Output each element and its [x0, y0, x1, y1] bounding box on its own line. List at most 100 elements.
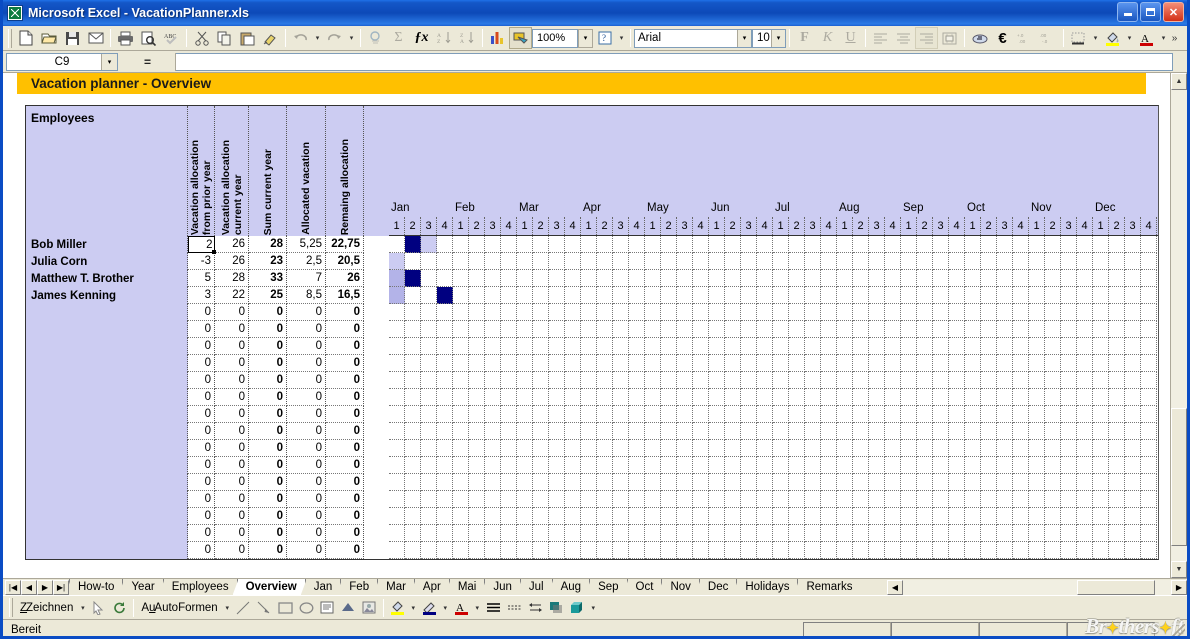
- calendar-cell[interactable]: [869, 337, 885, 355]
- calendar-cell[interactable]: [853, 524, 869, 542]
- calendar-cell[interactable]: [1109, 541, 1125, 559]
- calendar-cell[interactable]: [1109, 320, 1125, 338]
- calendar-cell[interactable]: [1029, 422, 1045, 440]
- calendar-cell[interactable]: [1013, 371, 1029, 389]
- calendar-cell[interactable]: [1125, 388, 1141, 406]
- calendar-cell[interactable]: [581, 286, 597, 304]
- calendar-cell[interactable]: [789, 456, 805, 474]
- calendar-cell[interactable]: [1125, 490, 1141, 508]
- calendar-cell[interactable]: [629, 524, 645, 542]
- calendar-cell[interactable]: [693, 252, 709, 270]
- calendar-cell[interactable]: [661, 354, 677, 372]
- cell-prior[interactable]: -3: [188, 253, 215, 270]
- calendar-cell[interactable]: [1077, 303, 1093, 321]
- borders-icon[interactable]: [1067, 27, 1090, 49]
- table-row[interactable]: 00000: [26, 423, 389, 440]
- toolbar-overflow-icon[interactable]: »: [1169, 27, 1180, 49]
- calendar-cell[interactable]: [901, 490, 917, 508]
- calendar-cell[interactable]: [789, 286, 805, 304]
- calendar-cell[interactable]: [597, 507, 613, 525]
- calendar-cell[interactable]: [597, 388, 613, 406]
- calendar-cell[interactable]: [629, 337, 645, 355]
- calendar-cell[interactable]: [821, 388, 837, 406]
- calendar-cell[interactable]: [933, 456, 949, 474]
- calendar-cell[interactable]: [821, 507, 837, 525]
- cell-allocated[interactable]: 0: [287, 542, 326, 559]
- calendar-cell[interactable]: [1077, 473, 1093, 491]
- calendar-cell[interactable]: [501, 524, 517, 542]
- toolbar-grip[interactable]: [8, 28, 12, 48]
- calendar-cell[interactable]: [1141, 320, 1157, 338]
- cell-allocated[interactable]: 0: [287, 338, 326, 355]
- calendar-cell[interactable]: [661, 235, 677, 253]
- calendar-cell[interactable]: [709, 422, 725, 440]
- calendar-cell[interactable]: [885, 286, 901, 304]
- calendar-cell[interactable]: [901, 541, 917, 559]
- calendar-cell[interactable]: [565, 456, 581, 474]
- calendar-cell[interactable]: [725, 473, 741, 491]
- calendar-cell[interactable]: [517, 422, 533, 440]
- cell-current[interactable]: 0: [215, 457, 249, 474]
- calendar-cell[interactable]: [421, 371, 437, 389]
- calendar-cell[interactable]: [613, 405, 629, 423]
- calendar-cell[interactable]: [933, 405, 949, 423]
- employee-name-cell[interactable]: Julia Corn: [26, 253, 188, 270]
- calendar-cell[interactable]: [421, 541, 437, 559]
- cell-current[interactable]: 0: [215, 304, 249, 321]
- calendar-cell[interactable]: [837, 405, 853, 423]
- calendar-cell[interactable]: [869, 456, 885, 474]
- calendar-cell[interactable]: [517, 303, 533, 321]
- calendar-cell[interactable]: [805, 473, 821, 491]
- table-row[interactable]: 00000: [26, 508, 389, 525]
- oval-icon[interactable]: [296, 598, 317, 618]
- calendar-cell[interactable]: [565, 252, 581, 270]
- calendar-cell[interactable]: [565, 541, 581, 559]
- calendar-cell[interactable]: [949, 507, 965, 525]
- calendar-cell[interactable]: [901, 303, 917, 321]
- calendar-cell[interactable]: [805, 235, 821, 253]
- formula-input[interactable]: [176, 52, 1173, 71]
- calendar-cell[interactable]: [757, 286, 773, 304]
- calendar-cell[interactable]: [821, 473, 837, 491]
- employee-name-cell[interactable]: [26, 389, 188, 406]
- cell-remaining[interactable]: 0: [326, 355, 364, 372]
- calendar-cell[interactable]: [549, 269, 565, 287]
- cell-sum[interactable]: 0: [249, 525, 287, 542]
- calendar-cell[interactable]: [917, 456, 933, 474]
- cell-remaining[interactable]: 0: [326, 406, 364, 423]
- calendar-cell[interactable]: [549, 371, 565, 389]
- calendar-cell[interactable]: [501, 354, 517, 372]
- calendar-cell[interactable]: [597, 320, 613, 338]
- calendar-cell[interactable]: [965, 405, 981, 423]
- table-row[interactable]: Bob Miller 2 26 28 5,25 22,75: [26, 236, 389, 254]
- calendar-cell[interactable]: [1029, 541, 1045, 559]
- calendar-cell[interactable]: [709, 354, 725, 372]
- cell-allocated[interactable]: 0: [287, 372, 326, 389]
- calendar-cell[interactable]: [885, 473, 901, 491]
- calendar-cell[interactable]: [565, 337, 581, 355]
- calendar-cell[interactable]: [1061, 439, 1077, 457]
- calendar-cell[interactable]: [885, 422, 901, 440]
- calendar-cell[interactable]: [421, 405, 437, 423]
- calendar-cell[interactable]: [613, 252, 629, 270]
- calendar-cell[interactable]: [437, 456, 453, 474]
- calendar-cell[interactable]: [1077, 371, 1093, 389]
- calendar-cell[interactable]: [469, 456, 485, 474]
- calendar-cell[interactable]: [757, 320, 773, 338]
- calendar-cell[interactable]: [949, 422, 965, 440]
- calendar-cell[interactable]: [677, 490, 693, 508]
- calendar-cell[interactable]: [965, 303, 981, 321]
- calendar-cell[interactable]: [805, 303, 821, 321]
- calendar-cell[interactable]: [629, 235, 645, 253]
- calendar-cell[interactable]: [885, 303, 901, 321]
- calendar-cell[interactable]: [837, 252, 853, 270]
- calendar-cell[interactable]: [1125, 541, 1141, 559]
- cell-allocated[interactable]: 8,5: [287, 287, 326, 304]
- calendar-cell[interactable]: [389, 337, 405, 355]
- calendar-cell[interactable]: [1077, 490, 1093, 508]
- print-preview-icon[interactable]: [137, 27, 160, 49]
- calendar-cell[interactable]: [1029, 439, 1045, 457]
- calendar-cell[interactable]: [725, 405, 741, 423]
- calendar-cell[interactable]: [789, 371, 805, 389]
- calendar-cell[interactable]: [677, 456, 693, 474]
